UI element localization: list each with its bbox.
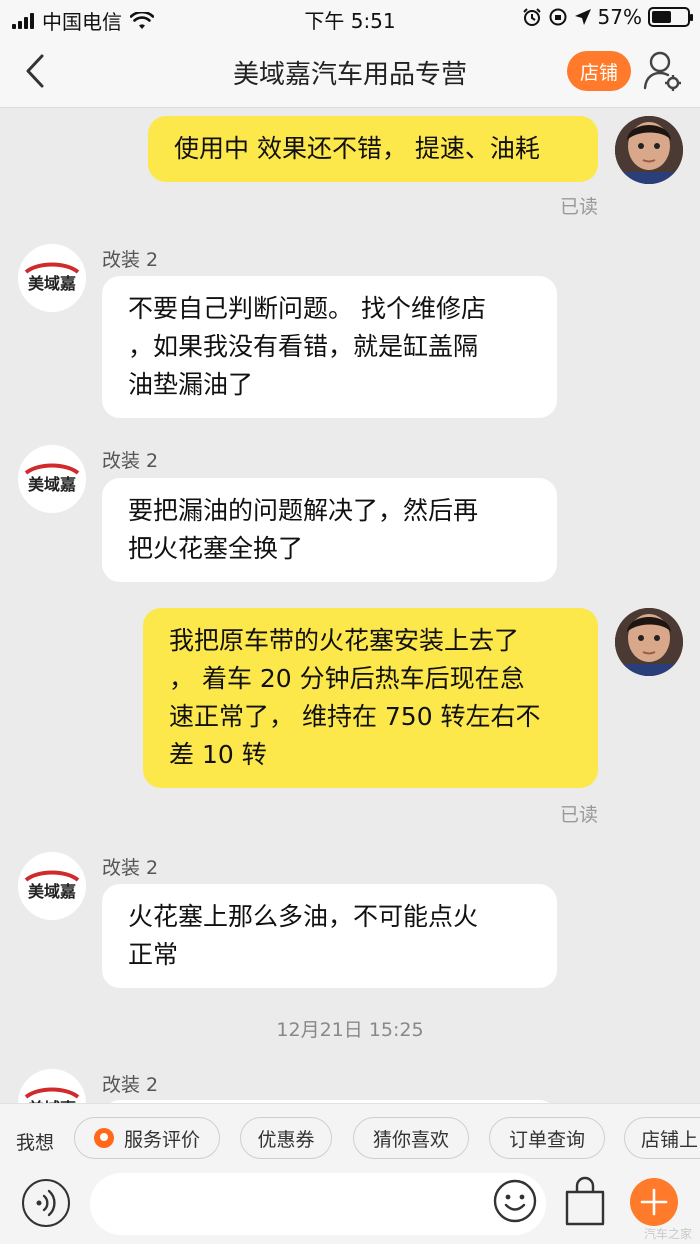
battery-fill xyxy=(652,11,672,23)
shop-logo: 美域嘉 xyxy=(18,244,86,312)
shop-button[interactable]: 店铺 xyxy=(567,51,631,91)
emoji-icon[interactable] xyxy=(492,1178,538,1224)
message-line: 正常 xyxy=(128,940,179,969)
shop-logo: 美域嘉 xyxy=(18,445,86,513)
chat-timestamp: 12月21日 15:25 xyxy=(276,1019,424,1041)
alarm-icon xyxy=(522,8,541,26)
plus-icon xyxy=(640,1188,668,1216)
message-line: 我把原车带的火花塞安装上去了 xyxy=(169,626,520,655)
message-line: 把火花塞全换了 xyxy=(128,534,304,563)
chip-label: 猜你喜欢 xyxy=(372,1128,449,1151)
chip-service-review[interactable]: 服务评价 xyxy=(74,1117,220,1159)
chip-order-query[interactable]: 订单查询 xyxy=(489,1117,605,1159)
message-line: 速正常了， 维持在 750 转左右不 xyxy=(169,702,541,731)
shop-avatar[interactable]: 美域嘉 xyxy=(18,1069,86,1103)
message-text: 使用中 效果还不错， 提速、油耗 xyxy=(174,134,540,163)
chip-shop-new[interactable]: 店铺上 xyxy=(624,1117,700,1159)
chip-label: 优惠券 xyxy=(257,1128,315,1151)
quick-action-bar: 我想 服务评价 优惠券 猜你喜欢 订单查询 店铺上 xyxy=(0,1103,700,1173)
my-message-bubble[interactable]: 使用中 效果还不错， 提速、油耗 xyxy=(148,116,598,182)
plus-button[interactable] xyxy=(630,1178,678,1226)
voice-icon xyxy=(36,1189,56,1217)
watermark: 汽车之家 xyxy=(643,1227,692,1241)
my-message-bubble[interactable]: 我把原车带的火花塞安装上去了 ， 着车 20 分钟后热车后现在怠 速正常了， 维… xyxy=(143,608,598,788)
my-avatar-photo xyxy=(615,608,683,676)
chip-label: 订单查询 xyxy=(508,1128,585,1151)
voice-button[interactable] xyxy=(22,1179,70,1227)
sender-name: 改装 2 xyxy=(102,249,159,271)
read-status: 已读 xyxy=(559,804,598,826)
my-avatar[interactable] xyxy=(615,116,683,184)
message-line: 要把漏油的问题解决了，然后再 xyxy=(128,496,479,525)
sender-name: 改装 2 xyxy=(102,1074,159,1096)
nav-bar: 美域嘉汽车用品专营 店铺 xyxy=(0,34,700,108)
shop-avatar[interactable]: 美域嘉 xyxy=(18,244,86,312)
chip-recommend[interactable]: 猜你喜欢 xyxy=(353,1117,469,1159)
message-line: 油垫漏油了 xyxy=(128,370,254,399)
rotation-lock-icon xyxy=(549,8,567,26)
shop-avatar[interactable]: 美域嘉 xyxy=(18,852,86,920)
shop-logo-text: 美域嘉 xyxy=(28,274,76,293)
chip-coupon[interactable]: 优惠券 xyxy=(240,1117,332,1159)
shop-avatar[interactable]: 美域嘉 xyxy=(18,445,86,513)
shop-message-bubble[interactable]: 要把漏油的问题解决了，然后再 把火花塞全换了 xyxy=(102,478,557,582)
message-line: ，如果我没有看错，就是缸盖隔 xyxy=(128,332,479,361)
battery-percent: 57% xyxy=(597,5,642,29)
quick-label: 我想 xyxy=(16,1132,55,1154)
message-line: 火花塞上那么多油，不可能点火 xyxy=(128,902,479,931)
chat-area[interactable]: 使用中 效果还不错， 提速、油耗 已读 美域嘉 改装 2 不要自己判断问题。 找… xyxy=(0,108,700,1103)
message-line: 不要自己判断问题。 找个维修店 xyxy=(128,294,486,323)
location-icon xyxy=(574,9,591,25)
shop-message-bubble[interactable]: 火花塞上那么多油，不可能点火 正常 xyxy=(102,884,557,988)
shop-message-bubble[interactable]: 不要自己判断问题。 找个维修店 ，如果我没有看错，就是缸盖隔 油垫漏油了 xyxy=(102,276,557,418)
status-bar: 中国电信 下午 5:51 57% xyxy=(0,0,700,34)
battery-icon xyxy=(648,7,693,27)
shop-logo-text: 美域嘉 xyxy=(28,475,76,494)
message-line: ， 着车 20 分钟后热车后现在怠 xyxy=(169,664,525,693)
chip-label: 服务评价 xyxy=(123,1128,200,1151)
message-input[interactable] xyxy=(90,1173,546,1235)
user-settings-icon[interactable] xyxy=(643,50,683,92)
shop-logo: 美域嘉 xyxy=(18,1069,86,1103)
input-bar: 汽车之家 xyxy=(0,1173,700,1244)
shopping-bag-icon[interactable] xyxy=(563,1176,607,1228)
read-status: 已读 xyxy=(559,196,598,218)
shop-logo: 美域嘉 xyxy=(18,852,86,920)
chip-label: 店铺上 xyxy=(641,1128,699,1151)
shop-logo-text: 美域嘉 xyxy=(28,882,76,901)
status-right: 57% xyxy=(522,5,693,29)
sender-name: 改装 2 xyxy=(102,857,159,879)
my-avatar[interactable] xyxy=(615,608,683,676)
message-line: 差 10 转 xyxy=(169,740,267,769)
sender-name: 改装 2 xyxy=(102,450,159,472)
my-avatar-photo xyxy=(615,116,683,184)
service-review-icon xyxy=(93,1128,114,1148)
